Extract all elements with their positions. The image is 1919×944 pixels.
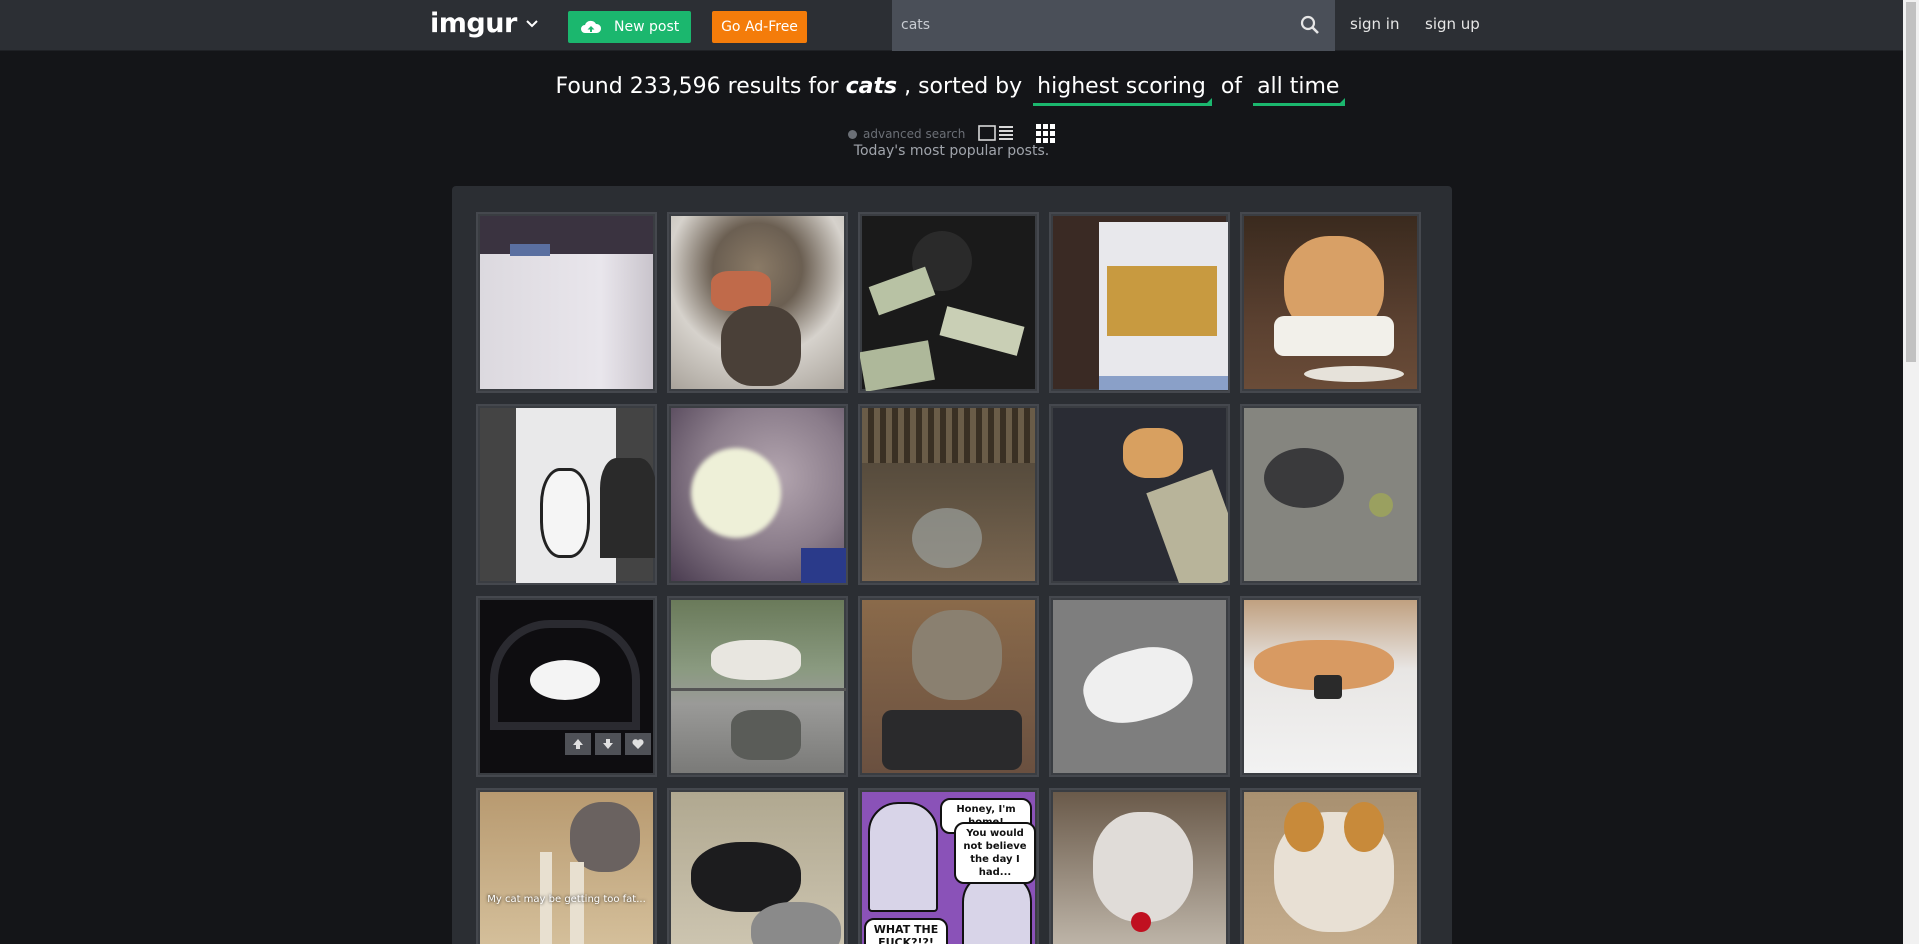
vote-bar bbox=[565, 733, 651, 755]
thumbnail-image bbox=[671, 792, 844, 944]
arrow-up-icon bbox=[573, 739, 583, 749]
results-heading: Found 233,596 results for cats , sorted … bbox=[0, 74, 1903, 106]
time-range-dropdown[interactable]: all time bbox=[1253, 74, 1346, 106]
search-query-text: cats bbox=[845, 74, 898, 99]
sorted-by-text: , sorted by bbox=[904, 74, 1023, 99]
new-post-label: New post bbox=[614, 19, 680, 35]
gallery-grid: My cat may be getting too fat... Honey, … bbox=[452, 186, 1452, 944]
thumbnail-image bbox=[1244, 792, 1417, 944]
arrow-down-icon bbox=[603, 739, 613, 749]
thumbnail-image: Honey, I'm home! You would not believe t… bbox=[862, 792, 1036, 944]
gallery-thumbnail[interactable] bbox=[1240, 788, 1421, 944]
gallery-thumbnail[interactable] bbox=[1049, 596, 1230, 777]
search-box bbox=[892, 0, 1335, 51]
favorite-button[interactable] bbox=[625, 733, 651, 755]
gallery-thumbnail[interactable] bbox=[1240, 596, 1421, 777]
imgur-logo[interactable]: imgur bbox=[430, 9, 517, 39]
gallery-thumbnail[interactable] bbox=[1049, 212, 1230, 393]
search-input[interactable] bbox=[901, 13, 1281, 37]
grid-view-icon[interactable] bbox=[1036, 124, 1055, 143]
thumbnail-image bbox=[480, 408, 655, 583]
downvote-button[interactable] bbox=[595, 733, 621, 755]
gallery-thumbnail[interactable] bbox=[858, 404, 1039, 585]
thumbnail-image bbox=[1053, 792, 1226, 944]
view-options-bar: advanced search bbox=[0, 124, 1903, 144]
gallery-thumbnail[interactable] bbox=[667, 212, 848, 393]
gallery-thumbnail[interactable] bbox=[1049, 788, 1230, 944]
comic-speech-bubble: You would not believe the day I had... bbox=[954, 822, 1036, 884]
scrollbar-thumb[interactable] bbox=[1906, 2, 1916, 362]
chevron-down-icon[interactable] bbox=[524, 16, 540, 32]
thumbnail-image bbox=[1053, 408, 1228, 583]
gallery-thumbnail[interactable] bbox=[667, 596, 848, 777]
thumbnail-image bbox=[1053, 216, 1228, 390]
gallery-thumbnail[interactable] bbox=[1049, 404, 1230, 585]
advanced-search-dot-icon[interactable] bbox=[848, 130, 857, 139]
thumbnail-image bbox=[862, 408, 1035, 581]
list-view-icon[interactable] bbox=[978, 124, 1014, 142]
comic-speech-bubble: WHAT THE FUCK?!?! bbox=[864, 918, 948, 944]
gallery-thumbnail[interactable] bbox=[1240, 404, 1421, 585]
advanced-search-link[interactable]: advanced search bbox=[863, 127, 965, 141]
search-icon[interactable] bbox=[1300, 15, 1320, 35]
thumbnail-image bbox=[480, 216, 653, 389]
thumbnail-image bbox=[671, 600, 846, 773]
thumbnail-image bbox=[671, 216, 844, 389]
thumbnail-image bbox=[1244, 600, 1417, 773]
thumbnail-image bbox=[480, 792, 653, 944]
go-ad-free-label: Go Ad-Free bbox=[721, 19, 798, 35]
thumbnail-image bbox=[860, 216, 1035, 391]
top-navigation-bar: imgur New post Go Ad-Free sign in sign u… bbox=[0, 0, 1903, 51]
gallery-thumbnail[interactable] bbox=[858, 212, 1039, 393]
sign-up-link[interactable]: sign up bbox=[1425, 15, 1480, 33]
thumbnail-image bbox=[1244, 216, 1417, 389]
heart-icon bbox=[632, 739, 644, 749]
cloud-upload-icon bbox=[581, 20, 602, 33]
gallery-thumbnail[interactable] bbox=[476, 596, 657, 777]
gallery-thumbnail[interactable] bbox=[476, 404, 657, 585]
thumbnail-image bbox=[671, 408, 846, 583]
gallery-thumbnail[interactable] bbox=[667, 788, 848, 944]
upvote-button[interactable] bbox=[565, 733, 591, 755]
of-text: of bbox=[1220, 74, 1243, 99]
results-count-text: Found 233,596 results for bbox=[555, 74, 839, 99]
thumbnail-image bbox=[1053, 600, 1226, 773]
gallery-thumbnail[interactable]: Honey, I'm home! You would not believe t… bbox=[858, 788, 1039, 944]
thumbnail-image bbox=[862, 600, 1035, 773]
gallery-thumbnail[interactable] bbox=[1240, 212, 1421, 393]
gallery-thumbnail[interactable] bbox=[858, 596, 1039, 777]
gallery-thumbnail[interactable] bbox=[476, 212, 657, 393]
go-ad-free-button[interactable]: Go Ad-Free bbox=[712, 11, 807, 43]
thumbnail-caption: My cat may be getting too fat... bbox=[487, 894, 646, 905]
gallery-thumbnail[interactable]: My cat may be getting too fat... bbox=[476, 788, 657, 944]
sort-dropdown[interactable]: highest scoring bbox=[1033, 74, 1212, 106]
gallery-thumbnail[interactable] bbox=[667, 404, 848, 585]
popular-posts-caption: Today's most popular posts. bbox=[853, 143, 1050, 159]
sign-in-link[interactable]: sign in bbox=[1350, 15, 1399, 33]
new-post-button[interactable]: New post bbox=[568, 11, 691, 43]
thumbnail-image bbox=[1244, 408, 1417, 581]
